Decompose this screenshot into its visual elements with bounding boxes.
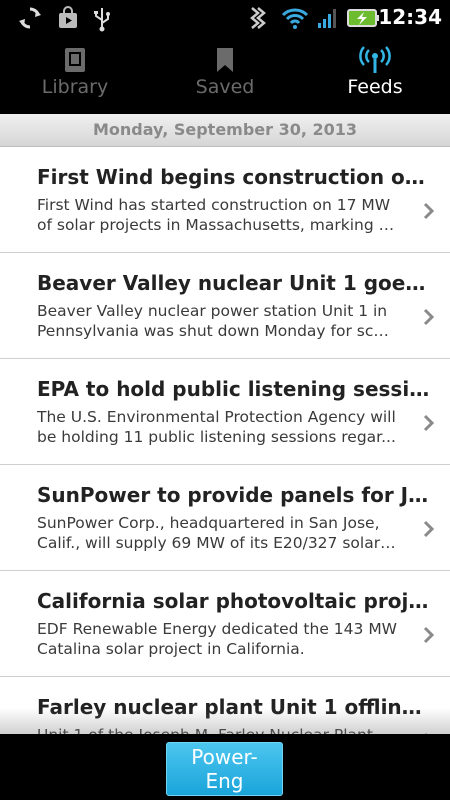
feed-item[interactable]: Beaver Valley nuclear Unit 1 goes off...… (0, 253, 450, 359)
antenna-icon (359, 46, 391, 73)
tab-library-label: Library (41, 76, 109, 98)
bookmark-icon (217, 48, 233, 72)
feed-summary-line: First Wind has started construction on 1… (37, 196, 391, 214)
chevron-right-icon (423, 520, 435, 538)
tab-feeds-label: Feeds (347, 76, 403, 98)
feed-summary-line: be holding 11 public listening sessions … (37, 428, 396, 446)
feed-summary-line: SunPower Corp., headquartered in San Jos… (37, 514, 380, 532)
feed-item[interactable]: EPA to hold public listening sessions ..… (0, 359, 450, 465)
feed-summary: EDF Renewable Energy dedicated the 143 M… (37, 619, 397, 659)
feed-summary-line: Calif., will supply 69 MW of its E20/327… (37, 534, 397, 552)
feed-summary: Beaver Valley nuclear power station Unit… (37, 301, 397, 341)
feed-summary-line: Unit 1 of the Joseph M. Farley Nuclear P… (37, 725, 397, 734)
feed-title: First Wind begins construction on M... (37, 165, 434, 189)
chevron-right-icon (423, 308, 435, 326)
feed-title: Farley nuclear plant Unit 1 offline fo..… (37, 695, 434, 719)
battery-charging-icon (347, 9, 379, 27)
feed-summary: First Wind has started construction on 1… (37, 195, 397, 235)
feed-summary: Unit 1 of the Joseph M. Farley Nuclear P… (37, 725, 397, 734)
feed-summary: SunPower Corp., headquartered in San Jos… (37, 513, 397, 553)
chevron-right-icon (423, 626, 435, 644)
feed-title: SunPower to provide panels for Japa... (37, 483, 434, 507)
library-icon (65, 48, 85, 72)
status-clock: 12:34 (378, 5, 442, 29)
feed-item[interactable]: SunPower to provide panels for Japa... S… (0, 465, 450, 571)
feed-title: Beaver Valley nuclear Unit 1 goes off... (37, 271, 434, 295)
feed-summary-line: of solar projects in Massachusetts, mark… (37, 216, 397, 234)
feed-summary: The U.S. Environmental Protection Agency… (37, 407, 397, 447)
feed-summary-line: Catalina solar project in California. (37, 640, 305, 658)
feed-summary-line: The U.S. Environmental Protection Agency… (37, 408, 396, 426)
chevron-right-icon (423, 414, 435, 432)
feed-summary-line: EDF Renewable Energy dedicated the 143 M… (37, 620, 397, 638)
tab-saved-label: Saved (195, 76, 255, 98)
feed-item[interactable]: California solar photovoltaic project...… (0, 571, 450, 677)
signal-icon (318, 9, 336, 28)
feed-summary-line: Beaver Valley nuclear power station Unit… (37, 302, 388, 320)
sync-icon (19, 7, 41, 29)
feed-summary-line: Pennsylvania was shut down Monday for sc… (37, 322, 397, 340)
tab-bar: Library Saved Feeds (0, 36, 450, 114)
feed-list[interactable]: Monday, September 30, 2013 First Wind be… (0, 114, 450, 734)
feed-title: EPA to hold public listening sessions ..… (37, 377, 434, 401)
chevron-right-icon (423, 202, 435, 220)
tab-library[interactable]: Library (0, 36, 150, 114)
power-eng-button[interactable]: Power-Eng (166, 742, 283, 796)
feed-item[interactable]: Farley nuclear plant Unit 1 offline fo..… (0, 677, 450, 734)
wifi-icon (281, 8, 309, 29)
feed-title: California solar photovoltaic project... (37, 589, 434, 613)
tab-feeds[interactable]: Feeds (300, 36, 450, 114)
status-bar: 12:34 (0, 0, 450, 36)
tab-saved[interactable]: Saved (150, 36, 300, 114)
bottom-bar: Power-Eng (0, 734, 450, 800)
shopping-bag-icon (59, 6, 77, 28)
date-header: Monday, September 30, 2013 (0, 114, 450, 147)
usb-icon (94, 8, 110, 32)
feed-item[interactable]: First Wind begins construction on M... F… (0, 147, 450, 253)
vibrate-icon (250, 7, 266, 29)
